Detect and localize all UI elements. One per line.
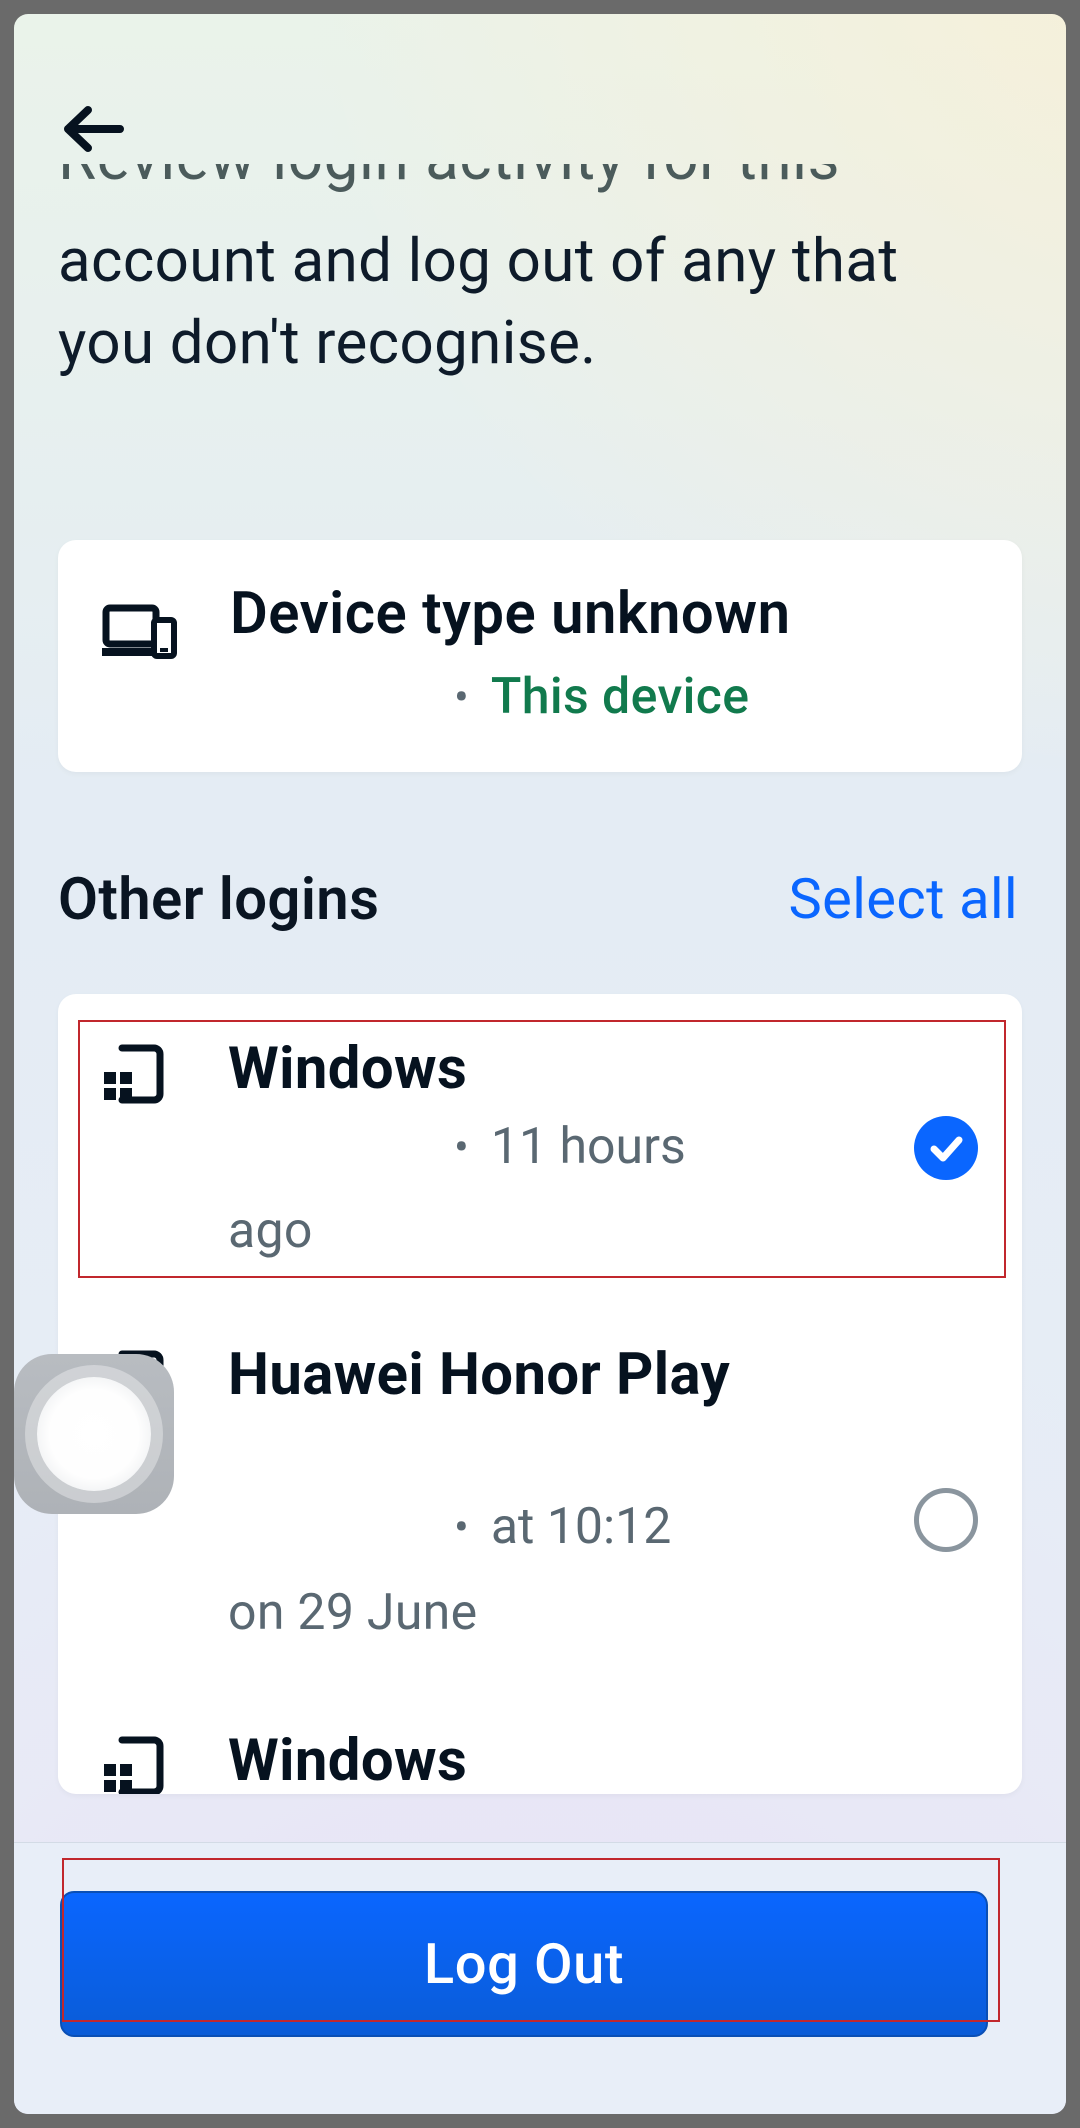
this-device-label: This device [491, 668, 750, 726]
screen: Review login activity for this account a… [14, 14, 1066, 2114]
login-title: Windows [228, 1724, 467, 1794]
this-device-badge: • This device [454, 668, 749, 726]
bullet-icon: • [454, 671, 469, 723]
bullet-icon: • [454, 1501, 469, 1553]
current-device-title: Device type unknown [230, 580, 790, 648]
select-all-button[interactable]: Select all [789, 866, 1018, 932]
login-meta-below: on 29 June [228, 1574, 477, 1652]
partial-heading-wrap: Review login activity for this [14, 164, 852, 218]
floating-assistive-button[interactable] [14, 1354, 174, 1514]
login-title: Huawei Honor Play [228, 1338, 730, 1412]
annotation-highlight [62, 1858, 1000, 2022]
login-checkbox[interactable] [914, 1488, 978, 1552]
login-row[interactable]: Huawei Honor Play • at 10:12 on 29 June [58, 1320, 1022, 1650]
annotation-highlight [78, 1020, 1006, 1278]
partial-heading: Review login activity for this [58, 164, 840, 195]
other-logins-heading: Other logins [58, 866, 379, 934]
assistive-inner-circle [37, 1377, 151, 1491]
windows-device-icon [100, 1734, 164, 1794]
login-meta-right: • at 10:12 [454, 1498, 671, 1556]
devices-icon [102, 600, 178, 660]
back-button[interactable] [58, 98, 128, 160]
login-meta-right-text: at 10:12 [491, 1498, 671, 1556]
login-row[interactable]: Windows [58, 1706, 1022, 1794]
current-device-card[interactable]: Device type unknown • This device [58, 540, 1022, 772]
arrow-left-icon [58, 98, 128, 160]
page-description: account and log out of any that you don'… [58, 220, 988, 384]
